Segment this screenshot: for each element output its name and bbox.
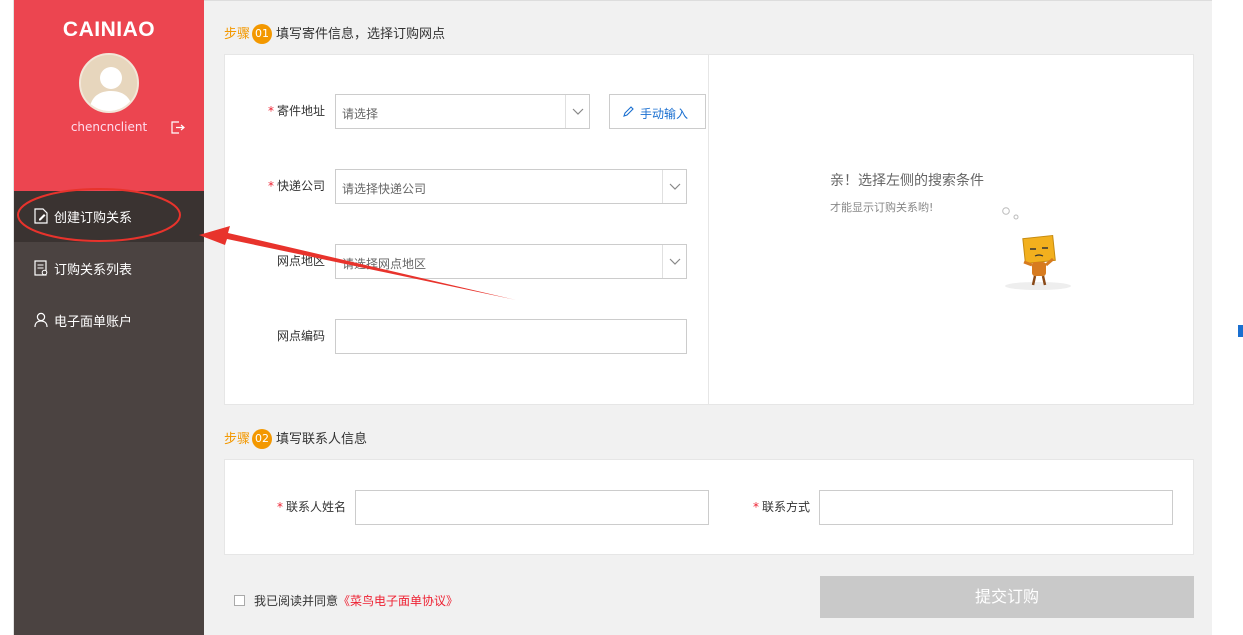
mascot-illustration-icon <box>1002 207 1071 290</box>
page: CAINIAO chencnclient 创建订购关系 订购关系列表 电子面单账… <box>0 0 1243 635</box>
outlet-code-input[interactable] <box>335 319 687 354</box>
code-label: 网点编码 <box>276 329 325 343</box>
contact-method-label: * 联系方式 <box>752 500 810 514</box>
brand-logo: CAINIAO <box>62 18 156 41</box>
chevron-down-icon <box>565 95 589 128</box>
empty-state-title: 亲！选择左侧的搜索条件 <box>830 173 984 189</box>
outlet-region-select[interactable]: 请选择网点地区 <box>335 244 687 279</box>
avatar-person-icon <box>81 55 137 111</box>
sidebar-item-create-subscription[interactable]: 创建订购关系 <box>14 191 204 242</box>
step-title: 填写寄件信息，选择订购网点 <box>276 27 446 42</box>
right-edge <box>1212 0 1243 635</box>
sidebar-item-label: 电子面单账户 <box>54 315 133 330</box>
avatar[interactable] <box>79 53 139 113</box>
contact-name-label: * 联系人姓名 <box>276 500 346 514</box>
address-placeholder: 请选择 <box>342 107 379 121</box>
user-icon <box>34 312 48 328</box>
agreement-link[interactable]: 《菜鸟电子面单协议》 <box>338 594 458 608</box>
contact-name-input[interactable] <box>355 490 709 525</box>
region-placeholder: 请选择网点地区 <box>342 257 427 271</box>
step-word: 步骤 <box>224 432 251 447</box>
agreement-text: 我已阅读并同意 <box>254 594 339 608</box>
company-label: * 快递公司 <box>267 179 325 193</box>
left-edge <box>0 0 14 635</box>
address-label: * 寄件地址 <box>267 104 325 118</box>
step-1-heading: 步骤 01 填写寄件信息，选择订购网点 <box>224 23 445 45</box>
address-select[interactable]: 请选择 <box>335 94 590 129</box>
step-number-badge: 01 <box>252 23 273 44</box>
logout-icon[interactable] <box>171 121 185 134</box>
agreement-checkbox[interactable] <box>234 595 245 606</box>
chevron-down-icon <box>662 170 686 203</box>
sidebar-item-subscription-list[interactable]: 订购关系列表 <box>14 243 204 294</box>
contact-method-input[interactable] <box>819 490 1173 525</box>
submit-button[interactable]: 提交订购 <box>820 576 1194 618</box>
courier-company-select[interactable]: 请选择快递公司 <box>335 169 687 204</box>
sidebar-item-waybill-account[interactable]: 电子面单账户 <box>14 295 204 346</box>
empty-state-subtitle: 才能显示订购关系哟! <box>830 201 934 214</box>
company-placeholder: 请选择快递公司 <box>342 182 427 196</box>
sidebar-header: CAINIAO chencnclient <box>14 0 204 191</box>
step-word: 步骤 <box>224 27 251 42</box>
sidebar-item-label: 订购关系列表 <box>54 263 133 278</box>
list-doc-icon <box>34 260 48 276</box>
main-content: 步骤 01 填写寄件信息，选择订购网点 * 寄件地址 请选择 手动输入 * 快递公司 请… <box>204 0 1212 635</box>
sidebar-item-label: 创建订购关系 <box>54 211 133 226</box>
manual-input-label: 手动输入 <box>640 107 689 121</box>
step-title: 填写联系人信息 <box>276 432 368 447</box>
pencil-icon <box>623 106 634 117</box>
edge-marker <box>1238 325 1243 337</box>
card-divider <box>708 55 709 404</box>
step-2-heading: 步骤 02 填写联系人信息 <box>224 428 367 450</box>
step-number-badge: 02 <box>252 428 273 449</box>
agreement-row: 我已阅读并同意《菜鸟电子面单协议》 <box>234 592 458 609</box>
manual-input-button[interactable]: 手动输入 <box>609 94 706 129</box>
edit-doc-icon <box>34 208 48 224</box>
contact-info-card: * 联系人姓名 * 联系方式 <box>224 459 1194 555</box>
sender-info-card: * 寄件地址 请选择 手动输入 * 快递公司 请选择快递公司 网点地区 请选择网… <box>224 54 1194 405</box>
sidebar: CAINIAO chencnclient 创建订购关系 订购关系列表 电子面单账… <box>14 0 204 635</box>
chevron-down-icon <box>662 245 686 278</box>
region-label: 网点地区 <box>276 254 325 268</box>
